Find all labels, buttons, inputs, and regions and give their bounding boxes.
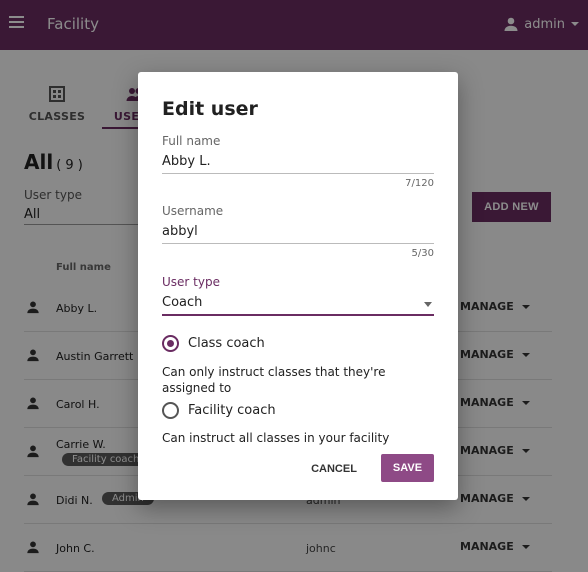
facility-coach-description: Can instruct all classes in your facilit… bbox=[162, 431, 390, 445]
full-name-input[interactable]: Abby L. bbox=[162, 154, 434, 174]
radio-checked-icon bbox=[162, 335, 179, 352]
facility-coach-label: Facility coach bbox=[188, 403, 276, 418]
dropdown-arrow-icon bbox=[424, 302, 432, 307]
username-label: Username bbox=[162, 204, 224, 218]
cancel-button[interactable]: CANCEL bbox=[304, 455, 364, 483]
full-name-field: Full name Abby L. 7/120 bbox=[162, 134, 434, 189]
edit-user-dialog: Edit user Full name Abby L. 7/120 Userna… bbox=[138, 72, 458, 500]
class-coach-description: Can only instruct classes that they're a… bbox=[162, 365, 386, 395]
dialog-title: Edit user bbox=[162, 98, 258, 120]
full-name-counter: 7/120 bbox=[405, 178, 434, 189]
username-input[interactable]: abbyl bbox=[162, 224, 434, 244]
radio-unchecked-icon bbox=[162, 402, 179, 419]
user-type-select[interactable]: Coach bbox=[162, 295, 434, 316]
user-type-label: User type bbox=[162, 275, 220, 289]
class-coach-radio[interactable]: Class coach bbox=[162, 335, 265, 352]
username-field: Username abbyl 5/30 bbox=[162, 204, 434, 259]
save-button[interactable]: SAVE bbox=[381, 454, 434, 482]
user-type-field: User type Coach bbox=[162, 275, 434, 316]
class-coach-label: Class coach bbox=[188, 336, 265, 351]
full-name-label: Full name bbox=[162, 134, 221, 148]
facility-coach-radio[interactable]: Facility coach bbox=[162, 402, 276, 419]
username-counter: 5/30 bbox=[411, 248, 434, 259]
